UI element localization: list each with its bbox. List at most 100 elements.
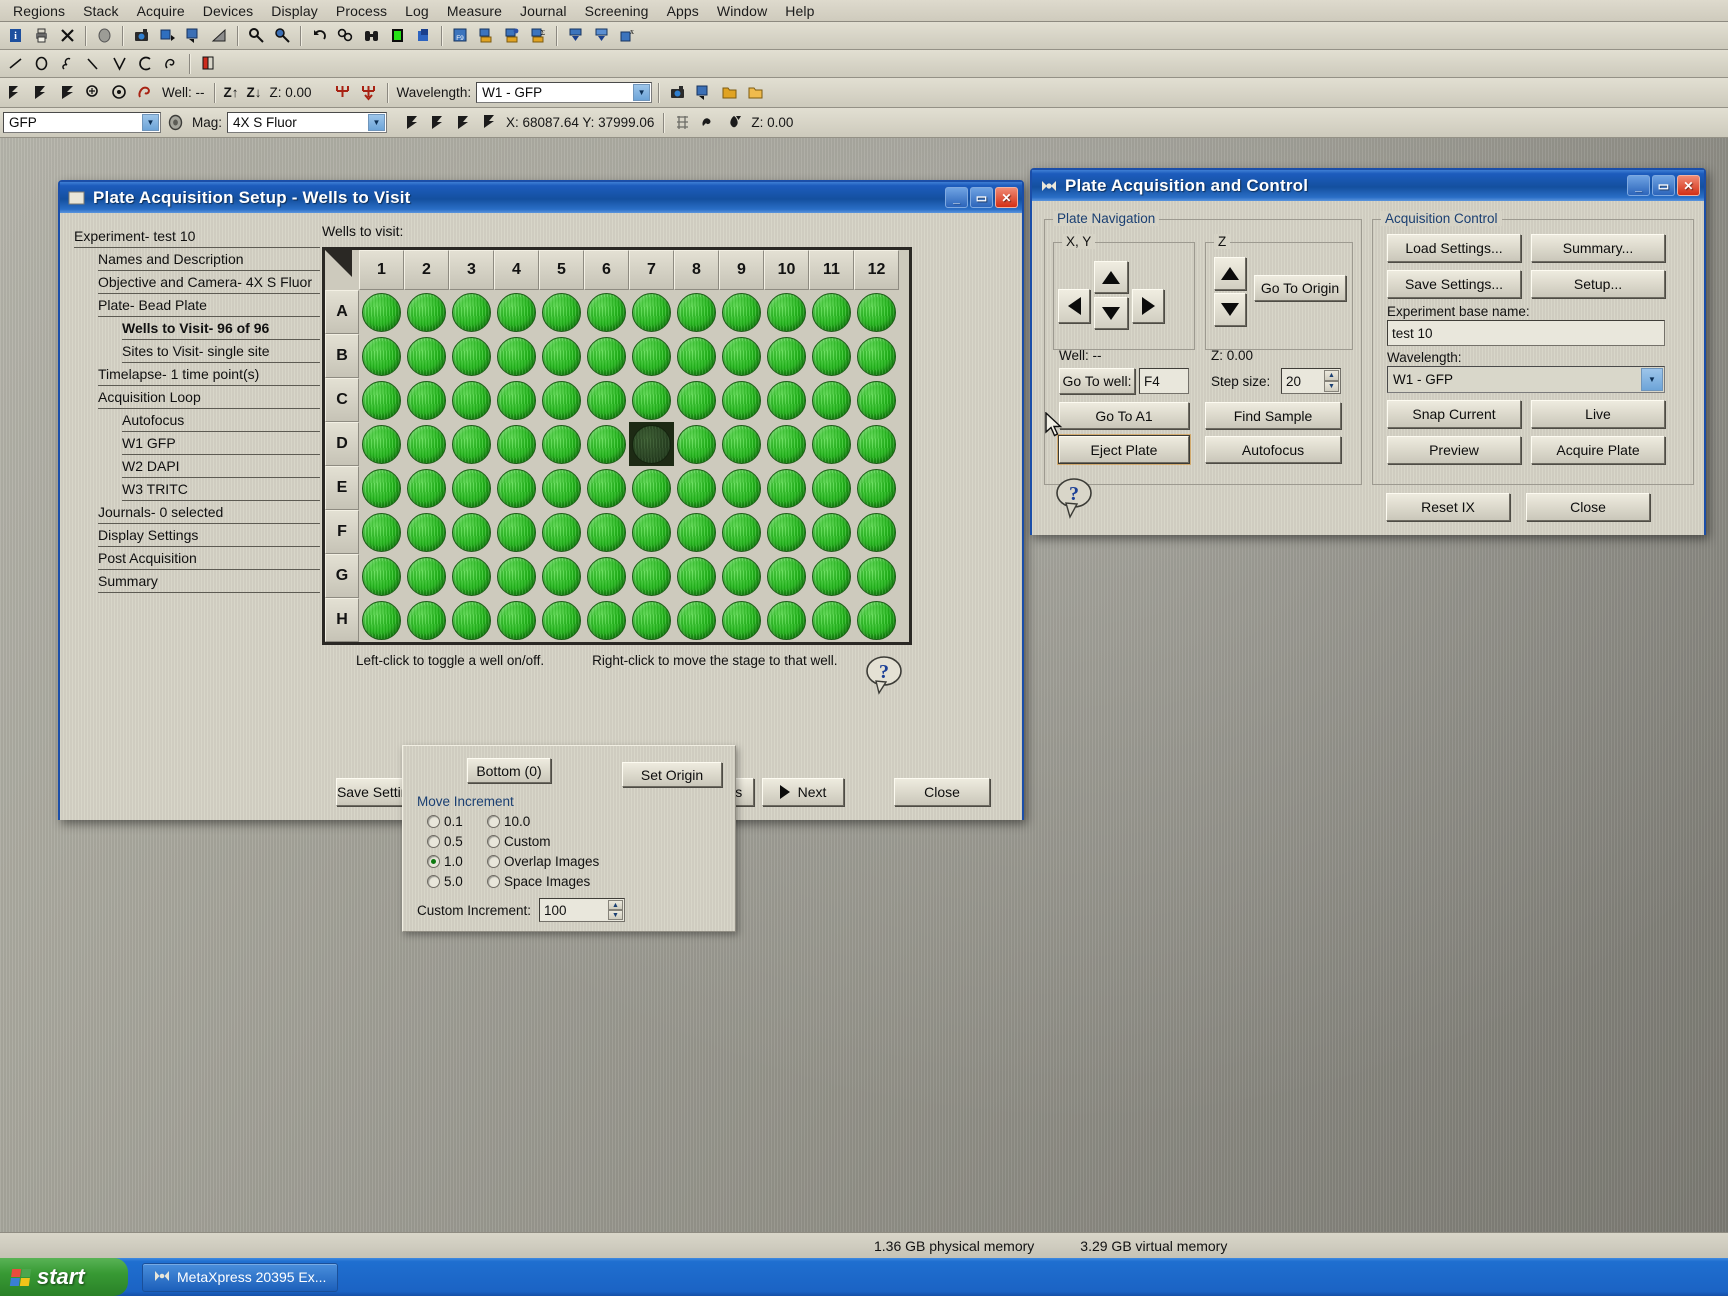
live-button[interactable]: Live [1531, 400, 1665, 428]
z-down-button[interactable] [1214, 293, 1246, 326]
well-B8[interactable] [674, 334, 719, 378]
spinner-up-icon[interactable]: ▲ [608, 900, 623, 910]
well-B6[interactable] [584, 334, 629, 378]
menu-item-journal[interactable]: Journal [511, 2, 576, 20]
well-A6[interactable] [584, 290, 629, 334]
well-C12[interactable] [854, 378, 899, 422]
well-C4[interactable] [494, 378, 539, 422]
well-H5[interactable] [539, 598, 584, 642]
well-G12[interactable] [854, 554, 899, 598]
z-up-button[interactable]: Z↑ [221, 85, 242, 100]
stage-up-button[interactable] [1094, 261, 1128, 293]
well-G5[interactable] [539, 554, 584, 598]
column-header-5[interactable]: 5 [539, 250, 584, 290]
tree-item-w3-tritc[interactable]: W3 TRITC [122, 478, 320, 501]
well-F1[interactable] [359, 510, 404, 554]
gradient-triangle-icon[interactable] [207, 24, 231, 48]
row-header-D[interactable]: D [325, 422, 359, 466]
chevron-down-icon[interactable]: ▼ [368, 114, 385, 131]
well-D4[interactable] [494, 422, 539, 466]
z-down-button[interactable]: Z↓ [244, 85, 265, 100]
radio-increment-overlap-images[interactable]: Overlap Images [487, 854, 617, 869]
chevron-down-icon[interactable]: ▼ [1641, 368, 1663, 391]
column-header-4[interactable]: 4 [494, 250, 539, 290]
well-F7[interactable] [629, 510, 674, 554]
well-E3[interactable] [449, 466, 494, 510]
autofocus-button[interactable]: Autofocus [1205, 436, 1341, 463]
well-B7[interactable] [629, 334, 674, 378]
setup-button[interactable]: Setup... [1531, 270, 1665, 298]
printer-icon[interactable] [29, 24, 53, 48]
well-G7[interactable] [629, 554, 674, 598]
well-F6[interactable] [584, 510, 629, 554]
snap-camera-icon[interactable] [665, 81, 689, 105]
channel-combo[interactable]: GFP ▼ [3, 112, 161, 133]
well-B5[interactable] [539, 334, 584, 378]
download-blue2-icon[interactable] [589, 24, 613, 48]
well-E6[interactable] [584, 466, 629, 510]
go-to-a1-button[interactable]: Go To A1 [1059, 402, 1189, 429]
well-H6[interactable] [584, 598, 629, 642]
well-selector-icon[interactable] [133, 81, 157, 105]
tree-item-w2-dapi[interactable]: W2 DAPI [122, 455, 320, 478]
stage-joystick-icon[interactable] [696, 111, 720, 135]
setup-window-titlebar[interactable]: Plate Acquisition Setup - Wells to Visit… [60, 182, 1022, 213]
stage-scan2-icon[interactable] [107, 81, 131, 105]
row-header-H[interactable]: H [325, 598, 359, 642]
well-A7[interactable] [629, 290, 674, 334]
well-D7[interactable] [629, 422, 674, 466]
region-stats-icon[interactable] [333, 24, 357, 48]
well-E4[interactable] [494, 466, 539, 510]
well-D2[interactable] [404, 422, 449, 466]
well-B3[interactable] [449, 334, 494, 378]
radio-increment-0-5[interactable]: 0.5 [427, 834, 487, 849]
well-A11[interactable] [809, 290, 854, 334]
export-x-icon[interactable]: x [615, 24, 639, 48]
maximize-button[interactable]: ▭ [970, 187, 993, 208]
menu-item-log[interactable]: Log [396, 2, 438, 20]
camera-snap-icon[interactable] [129, 24, 153, 48]
focus-trident-up-icon[interactable] [357, 81, 381, 105]
menu-item-devices[interactable]: Devices [194, 2, 263, 20]
set-origin-button[interactable]: Set Origin [622, 762, 722, 787]
well-D9[interactable] [719, 422, 764, 466]
well-D1[interactable] [359, 422, 404, 466]
stage-grid-icon[interactable] [670, 111, 694, 135]
spinner-up-icon[interactable]: ▲ [1324, 370, 1339, 381]
control-save-settings-button[interactable]: Save Settings... [1387, 270, 1521, 298]
chevron-down-icon[interactable]: ▼ [633, 84, 650, 101]
tree-item-plate[interactable]: Plate- Bead Plate [98, 294, 320, 317]
well-D3[interactable] [449, 422, 494, 466]
control-wavelength-combo[interactable]: W1 - GFP ▼ [1387, 366, 1665, 393]
plate-help-button[interactable]: ? [862, 655, 906, 700]
ellipse-tool-icon[interactable] [29, 52, 53, 76]
live-play-icon[interactable] [691, 81, 715, 105]
preview-button[interactable]: Preview [1387, 436, 1521, 464]
well-H10[interactable] [764, 598, 809, 642]
journal-sum-icon[interactable]: Σ [526, 24, 550, 48]
magnification-combo[interactable]: 4X S Fluor ▼ [227, 112, 387, 133]
row-header-F[interactable]: F [325, 510, 359, 554]
well-C10[interactable] [764, 378, 809, 422]
well-H2[interactable] [404, 598, 449, 642]
well-E12[interactable] [854, 466, 899, 510]
well-C9[interactable] [719, 378, 764, 422]
info-icon[interactable]: i [3, 24, 27, 48]
well-B9[interactable] [719, 334, 764, 378]
region-pin-icon[interactable] [244, 24, 268, 48]
column-header-1[interactable]: 1 [359, 250, 404, 290]
radio-increment-space-images[interactable]: Space Images [487, 874, 617, 889]
well-D5[interactable] [539, 422, 584, 466]
spinner-down-icon[interactable]: ▼ [608, 910, 623, 920]
reset-ix-button[interactable]: Reset IX [1386, 493, 1510, 521]
well-A10[interactable] [764, 290, 809, 334]
well-F12[interactable] [854, 510, 899, 554]
row-header-A[interactable]: A [325, 290, 359, 334]
well-G1[interactable] [359, 554, 404, 598]
well-E2[interactable] [404, 466, 449, 510]
acquire-plate-button[interactable]: Acquire Plate [1531, 436, 1665, 464]
tree-item-wells-to-visit[interactable]: Wells to Visit- 96 of 96 [122, 317, 320, 340]
well-H1[interactable] [359, 598, 404, 642]
well-H3[interactable] [449, 598, 494, 642]
eject-plate-button[interactable]: Eject Plate [1059, 436, 1189, 463]
